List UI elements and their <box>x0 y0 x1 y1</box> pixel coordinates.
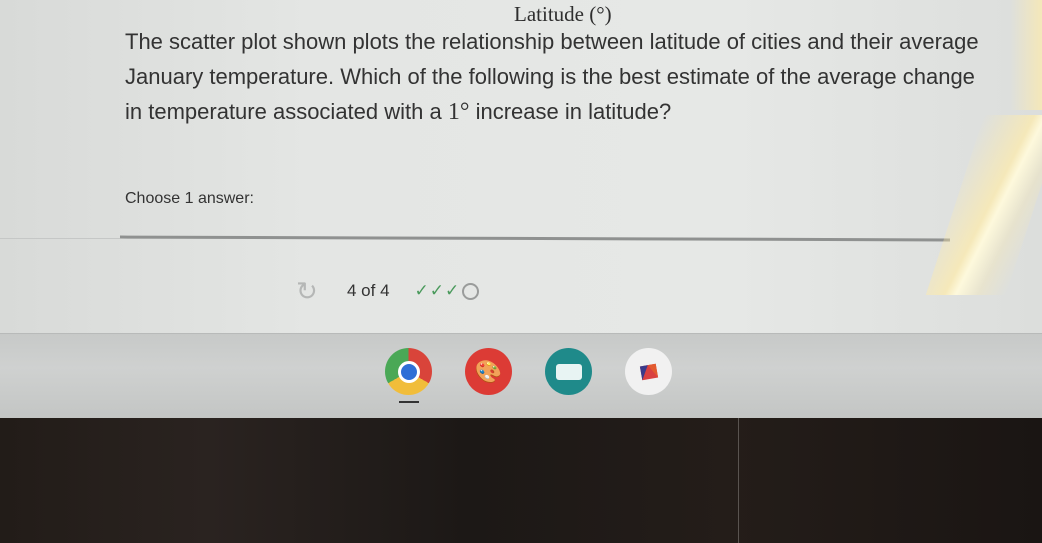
degree-value: 1° <box>447 99 470 125</box>
progress-count: 4 of 4 <box>347 281 390 300</box>
exercise-content: Latitude (°) The scatter plot shown plot… <box>0 0 1042 335</box>
question-text-end: increase in latitude? <box>469 99 672 124</box>
answer-prompt: Choose 1 answer: <box>125 190 254 207</box>
chrome-center <box>397 360 420 383</box>
check-icon: ✓ <box>445 281 460 300</box>
screen-glare <box>1010 0 1042 110</box>
palette-icon[interactable]: 🎨 <box>465 348 512 395</box>
progress-bar: ↻ 4 of 4 ✓ ✓ ✓ <box>296 278 480 304</box>
chrome-icon[interactable] <box>385 348 432 403</box>
divider-left <box>0 238 120 239</box>
kite-icon[interactable] <box>625 348 672 395</box>
reload-icon[interactable]: ↻ <box>296 278 322 304</box>
screen: Latitude (°) The scatter plot shown plot… <box>0 0 1042 420</box>
question-text: The scatter plot shown plots the relatio… <box>125 24 985 130</box>
divider <box>119 235 951 242</box>
slides-glyph <box>555 363 582 380</box>
check-icon: ✓ <box>429 281 445 300</box>
kite-glyph <box>639 363 658 380</box>
pending-circle-icon <box>462 282 480 300</box>
desk-background <box>0 418 1042 543</box>
desk-edge <box>738 418 739 543</box>
slides-icon[interactable] <box>545 348 592 395</box>
check-icon: ✓ <box>414 281 429 300</box>
progress-marks: ✓ ✓ ✓ <box>415 281 480 301</box>
active-indicator <box>399 401 419 403</box>
app-dock: 🎨 <box>385 348 672 403</box>
